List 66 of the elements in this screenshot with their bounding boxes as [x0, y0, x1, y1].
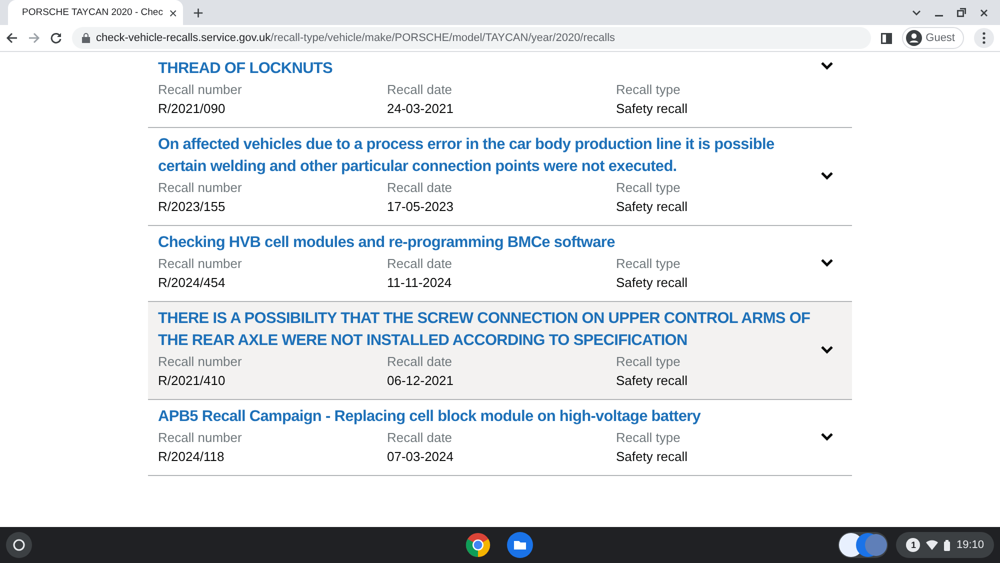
recall-title: On affected vehicles due to a process error in the car body production line it is possible certain welding and other particular connection points were not executed.	[158, 135, 776, 177]
field-value: Safety recall	[616, 448, 689, 466]
field-value: R/2021/090	[158, 100, 226, 118]
more-menu-icon[interactable]	[974, 28, 994, 48]
field-value: 07-03-2024	[387, 448, 454, 466]
field-label: Recall number	[158, 255, 243, 273]
back-arrow-icon[interactable]	[6, 32, 18, 44]
chevron-down-icon[interactable]	[912, 10, 921, 16]
tab-title: PORSCHE TAYCAN 2020 - Chec	[22, 7, 163, 18]
forward-arrow-icon[interactable]	[28, 32, 40, 44]
clock-time: 19:10	[956, 539, 984, 551]
field-label: Recall date	[387, 353, 454, 371]
field-value: 24-03-2021	[387, 100, 454, 118]
field-label: Recall number	[158, 353, 243, 371]
launcher-icon[interactable]	[6, 532, 32, 558]
notification-count: 1	[906, 538, 920, 552]
status-area[interactable]: 1 19:10	[896, 532, 994, 558]
field-value: R/2024/454	[158, 274, 226, 292]
field-value: R/2024/118	[158, 448, 226, 466]
address-bar[interactable]: check-vehicle-recalls.service.gov.uk/recall-type/vehicle/make/PORSCHE/model/TAYCAN/year/2020/recalls	[72, 27, 871, 49]
close-icon[interactable]	[980, 8, 988, 16]
field-label: Recall number	[158, 429, 243, 447]
field-label: Recall number	[158, 81, 243, 99]
field-value: R/2021/410	[158, 372, 226, 390]
recall-title: THERE IS A POSSIBILITY THAT THE SCREW CONNECTION ON UPPER CONTROL ARMS OF THE REAR AXLE WERE NOT INSTALLED ACCORDING TO SPECIFICATION	[158, 309, 812, 351]
recall-row[interactable]	[148, 302, 852, 400]
files-app-icon[interactable]	[507, 532, 533, 558]
field-label: Recall type	[616, 179, 682, 197]
field-label: Recall type	[616, 81, 682, 99]
field-value: Safety recall	[616, 372, 689, 390]
field-label: Recall type	[616, 429, 682, 447]
chevron-down-icon[interactable]	[821, 346, 833, 354]
recall-title: Checking HVB cell modules and re-programming BMCe software	[158, 233, 616, 253]
field-label: Recall type	[616, 353, 682, 371]
field-value: 11-11-2024	[387, 274, 453, 292]
reload-icon[interactable]	[50, 32, 62, 44]
field-value: Safety recall	[616, 274, 689, 292]
restore-icon[interactable]	[957, 8, 966, 17]
chevron-down-icon[interactable]	[821, 258, 833, 266]
side-panel-icon[interactable]	[880, 32, 892, 44]
field-label: Recall date	[387, 81, 454, 99]
new-tab-button[interactable]: +	[193, 4, 204, 22]
browser-app-icon[interactable]	[465, 532, 491, 558]
thumbnail-icon[interactable]	[838, 532, 888, 558]
field-label: Recall type	[616, 255, 682, 273]
recall-title: APB5 Recall Campaign - Replacing cell block module on high-voltage battery	[158, 407, 702, 427]
browser-tab[interactable]: PORSCHE TAYCAN 2020 - Chec ×	[8, 0, 183, 25]
field-value: R/2023/155	[158, 198, 226, 216]
field-value: Safety recall	[616, 198, 689, 216]
person-icon	[906, 30, 922, 46]
close-tab-button[interactable]: ×	[168, 6, 178, 20]
lock-icon	[82, 33, 90, 43]
recall-title: THREAD OF LOCKNUTS	[158, 59, 334, 79]
profile-button[interactable]: Guest	[902, 27, 964, 49]
field-label: Recall date	[387, 255, 454, 273]
wifi-icon	[926, 540, 938, 550]
chevron-down-icon[interactable]	[821, 432, 833, 440]
field-label: Recall date	[387, 179, 454, 197]
field-value: 06-12-2021	[387, 372, 454, 390]
field-label: Recall number	[158, 179, 243, 197]
chevron-down-icon[interactable]	[821, 62, 833, 70]
battery-icon	[944, 540, 950, 550]
field-label: Recall date	[387, 429, 454, 447]
chevron-down-icon[interactable]	[821, 172, 833, 180]
field-value: Safety recall	[616, 100, 689, 118]
field-value: 17-05-2023	[387, 198, 454, 216]
